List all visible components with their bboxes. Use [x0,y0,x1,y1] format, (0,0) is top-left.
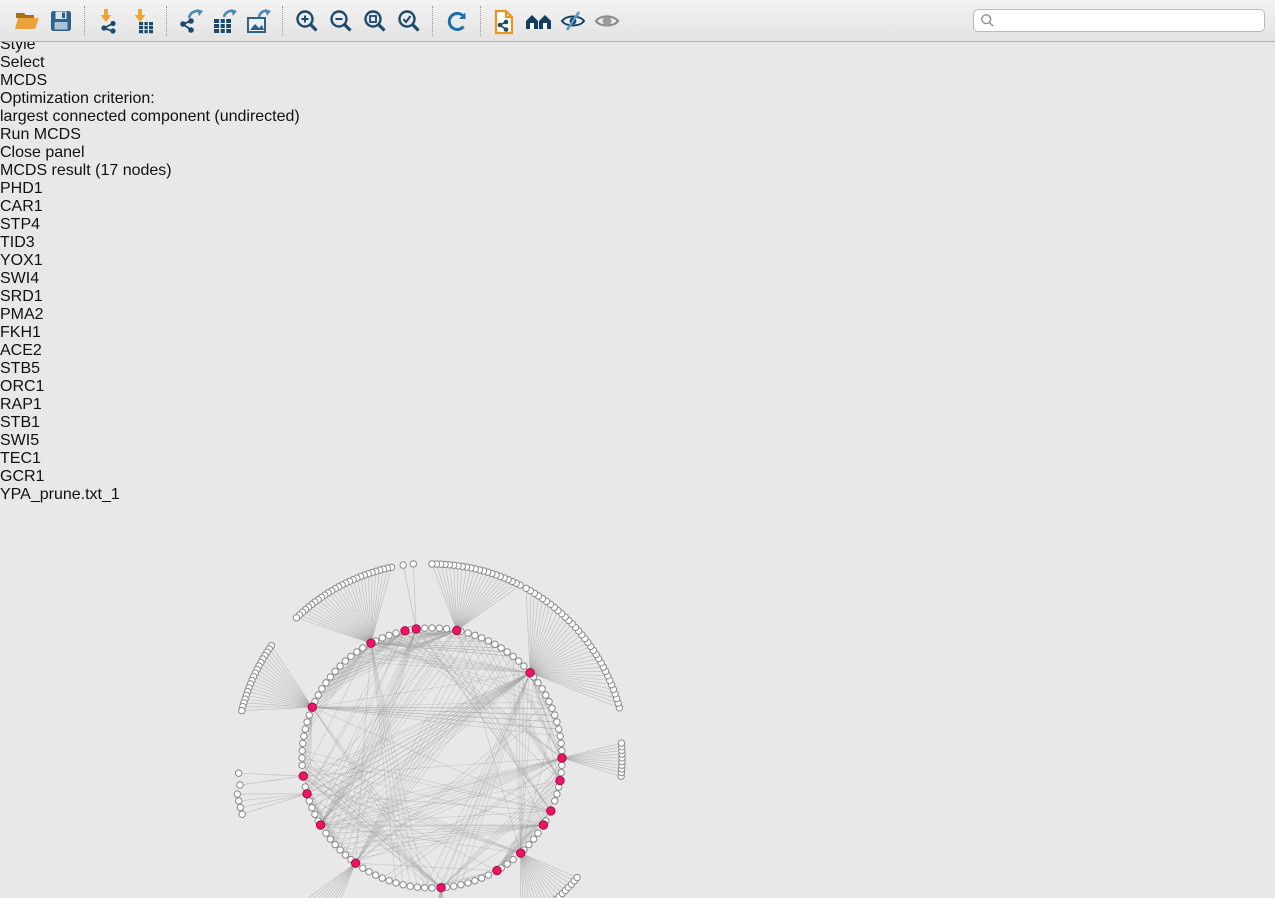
export-table-icon [211,8,239,34]
mcds-result-item[interactable]: TID3 [0,234,1275,252]
criterion-dropdown-value: largest connected component (undirected) [0,108,300,125]
control-panel: Control Panel × Network Style Select MCD… [0,0,1275,486]
search-input[interactable] [995,13,1264,29]
zoom-out-magnifier-icon [328,8,354,34]
zoom-fit-magnifier-icon [362,8,388,34]
export-table-button[interactable] [208,4,242,38]
save-floppy-icon [49,9,73,33]
zoom-fit-button[interactable] [358,4,392,38]
mcds-result-item[interactable]: SWI5 [0,432,1275,450]
export-image-icon [245,8,273,34]
global-search-field[interactable] [973,9,1265,32]
mcds-result-list: PHD1CAR1STP4TID3YOX1SWI4SRD1PMA2FKH1ACE2… [0,180,1275,486]
mcds-result-item[interactable]: STB5 [0,360,1275,378]
import-table-button[interactable] [126,4,160,38]
refresh-layout-button[interactable] [440,4,474,38]
zoom-selected-magnifier-icon [396,8,422,34]
open-file-button[interactable] [10,4,44,38]
toolbar-separator [166,6,168,36]
close-panel-button[interactable]: Close panel [0,144,1275,162]
tab-select[interactable]: Select [0,54,1275,72]
network-graph[interactable] [0,504,866,898]
zoom-selected-button[interactable] [392,4,426,38]
zoom-in-button[interactable] [290,4,324,38]
network-window-title: YPA_prune.txt_1 [0,486,1275,504]
mcds-result-item[interactable]: STP4 [0,216,1275,234]
eye-icon [593,9,621,33]
mcds-result-groupbox: MCDS result (17 nodes) PHD1CAR1STP4TID3Y… [0,162,1275,486]
open-folder-icon [13,8,41,34]
search-icon [980,13,995,28]
network-canvas[interactable] [0,504,1275,898]
mcds-result-item[interactable]: SRD1 [0,288,1275,306]
zoom-in-magnifier-icon [294,8,320,34]
eye-slash-icon [559,9,587,33]
main-toolbar [0,0,1275,42]
share-document-icon [492,7,518,35]
zoom-out-button[interactable] [324,4,358,38]
show-graphics-button[interactable] [590,4,624,38]
mcds-tab-content: Optimization criterion: largest connecte… [0,90,1275,486]
optimization-criterion-label: Optimization criterion: [0,90,1275,108]
export-network-button[interactable] [174,4,208,38]
mcds-result-item[interactable]: SWI4 [0,270,1275,288]
desktop-wallpaper-left [0,42,5,891]
mcds-result-item[interactable]: PMA2 [0,306,1275,324]
mcds-result-item[interactable]: FKH1 [0,324,1275,342]
toolbar-separator [84,6,86,36]
import-network-button[interactable] [92,4,126,38]
import-network-icon [96,8,122,34]
mcds-result-item[interactable]: ACE2 [0,342,1275,360]
toolbar-separator [282,6,284,36]
save-session-button[interactable] [44,4,78,38]
mcds-result-title: MCDS result (17 nodes) [0,162,172,179]
export-network-icon [177,8,205,34]
toolbar-separator [432,6,434,36]
mcds-result-item[interactable]: RAP1 [0,396,1275,414]
export-image-button[interactable] [242,4,276,38]
mcds-result-item[interactable]: TEC1 [0,450,1275,468]
mcds-result-item[interactable]: YOX1 [0,252,1275,270]
import-table-icon [130,8,156,34]
mcds-result-item[interactable]: CAR1 [0,198,1275,216]
mcds-result-item[interactable]: STB1 [0,414,1275,432]
mcds-result-item[interactable]: PHD1 [0,180,1275,198]
application-window: Control Panel × Network Style Select MCD… [0,0,1275,898]
mcds-result-item[interactable]: ORC1 [0,378,1275,396]
double-house-icon [524,9,554,33]
refresh-arrows-icon [444,8,470,34]
toolbar-separator [480,6,482,36]
network-window-titlebar[interactable]: YPA_prune.txt_1 [0,486,1275,504]
network-overview-button[interactable] [522,4,556,38]
share-network-button[interactable] [488,4,522,38]
mcds-result-item[interactable]: GCR1 [0,468,1275,486]
criterion-dropdown[interactable]: largest connected component (undirected) [0,108,1275,126]
tab-mcds[interactable]: MCDS [0,72,1275,90]
run-mcds-button[interactable]: Run MCDS [0,126,1275,144]
hide-graphics-button[interactable] [556,4,590,38]
